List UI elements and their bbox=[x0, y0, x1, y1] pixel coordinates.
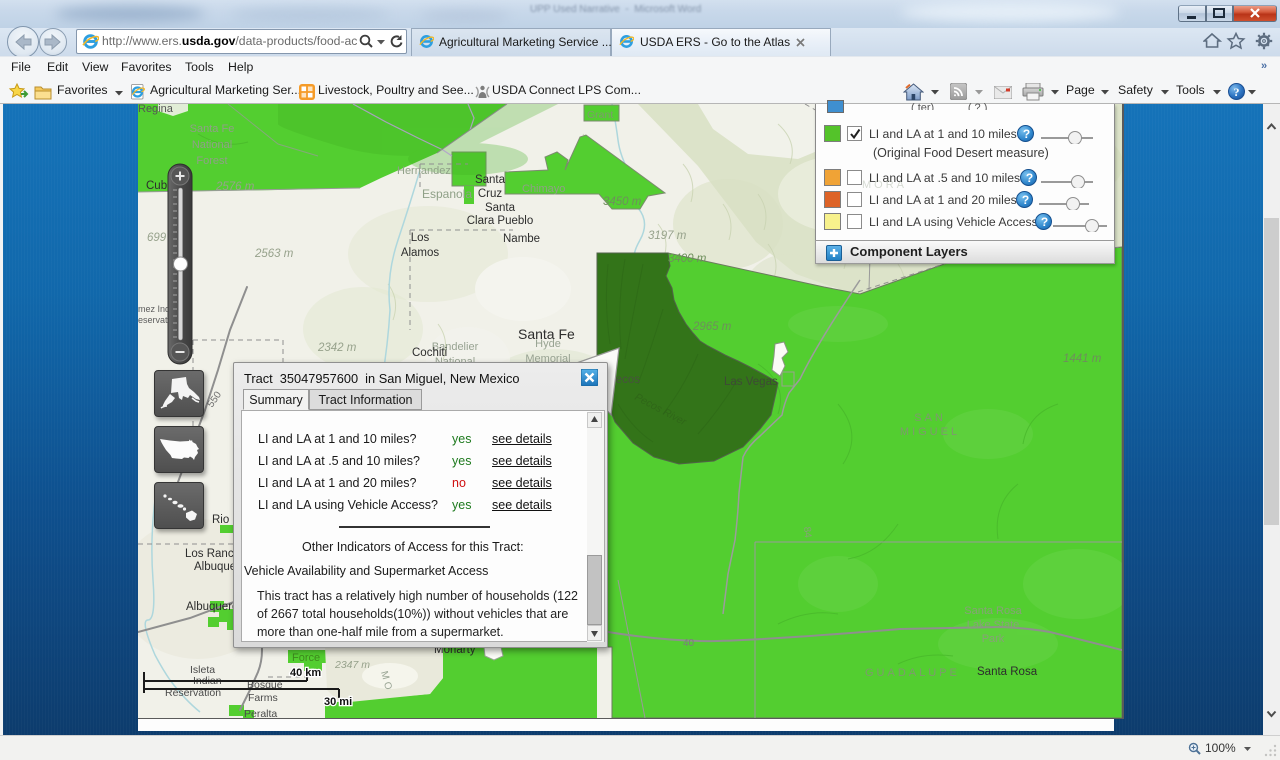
svg-text:Farms: Farms bbox=[248, 692, 278, 704]
svg-text:40 km: 40 km bbox=[290, 667, 321, 679]
svg-text:2965 m: 2965 m bbox=[692, 321, 732, 333]
svg-text:MIGUEL: MIGUEL bbox=[900, 426, 960, 438]
svg-text:Force: Force bbox=[292, 652, 320, 664]
svg-text:Santa Rosa: Santa Rosa bbox=[964, 605, 1022, 617]
svg-text:2563 m: 2563 m bbox=[254, 248, 294, 260]
svg-text:Forest: Forest bbox=[196, 155, 227, 167]
svg-text:Grant: Grant bbox=[587, 109, 613, 121]
svg-text:30 mi: 30 mi bbox=[324, 696, 352, 708]
svg-text:National: National bbox=[192, 139, 232, 151]
svg-text:Las Vegas: Las Vegas bbox=[724, 376, 778, 388]
svg-text:2347 m: 2347 m bbox=[334, 659, 370, 671]
svg-text:Clara Pueblo: Clara Pueblo bbox=[467, 215, 533, 227]
svg-text:Alamos: Alamos bbox=[401, 247, 440, 259]
svg-text:40: 40 bbox=[683, 638, 695, 649]
svg-text:Los: Los bbox=[411, 232, 430, 244]
svg-text:1441 m: 1441 m bbox=[1063, 353, 1102, 365]
svg-text:84: 84 bbox=[801, 526, 813, 538]
svg-text:Regina: Regina bbox=[138, 104, 174, 115]
svg-text:3197 m: 3197 m bbox=[648, 230, 687, 242]
svg-text:Santa Fe: Santa Fe bbox=[518, 326, 575, 342]
svg-text:Chimayo: Chimayo bbox=[522, 183, 565, 195]
svg-text:Lake State: Lake State bbox=[967, 619, 1020, 631]
svg-text:Park: Park bbox=[982, 633, 1005, 645]
svg-text:Cruz: Cruz bbox=[478, 188, 503, 200]
svg-text:Cochiti: Cochiti bbox=[412, 347, 447, 359]
svg-text:Santa: Santa bbox=[475, 174, 506, 186]
svg-text:?: ? bbox=[1234, 85, 1240, 99]
svg-text:3400 m: 3400 m bbox=[668, 253, 707, 265]
svg-text:SAN: SAN bbox=[914, 412, 946, 424]
svg-text:GUADALUPE: GUADALUPE bbox=[865, 667, 960, 679]
svg-text:2342 m: 2342 m bbox=[317, 342, 357, 354]
svg-text:Nambe: Nambe bbox=[503, 233, 540, 245]
svg-text:3450 m: 3450 m bbox=[603, 196, 642, 208]
svg-text:Peralta: Peralta bbox=[244, 708, 277, 718]
svg-text:2576 m: 2576 m bbox=[215, 181, 255, 193]
svg-text:Santa Rosa: Santa Rosa bbox=[977, 666, 1038, 678]
svg-text:Espanola: Espanola bbox=[422, 187, 472, 201]
svg-text:Hernandez: Hernandez bbox=[397, 165, 451, 177]
svg-text:Santa: Santa bbox=[485, 202, 516, 214]
svg-text:Santa Fe: Santa Fe bbox=[190, 123, 235, 135]
svg-text:Albuque: Albuque bbox=[194, 561, 236, 573]
svg-text:Los Ranch: Los Ranch bbox=[185, 548, 240, 560]
